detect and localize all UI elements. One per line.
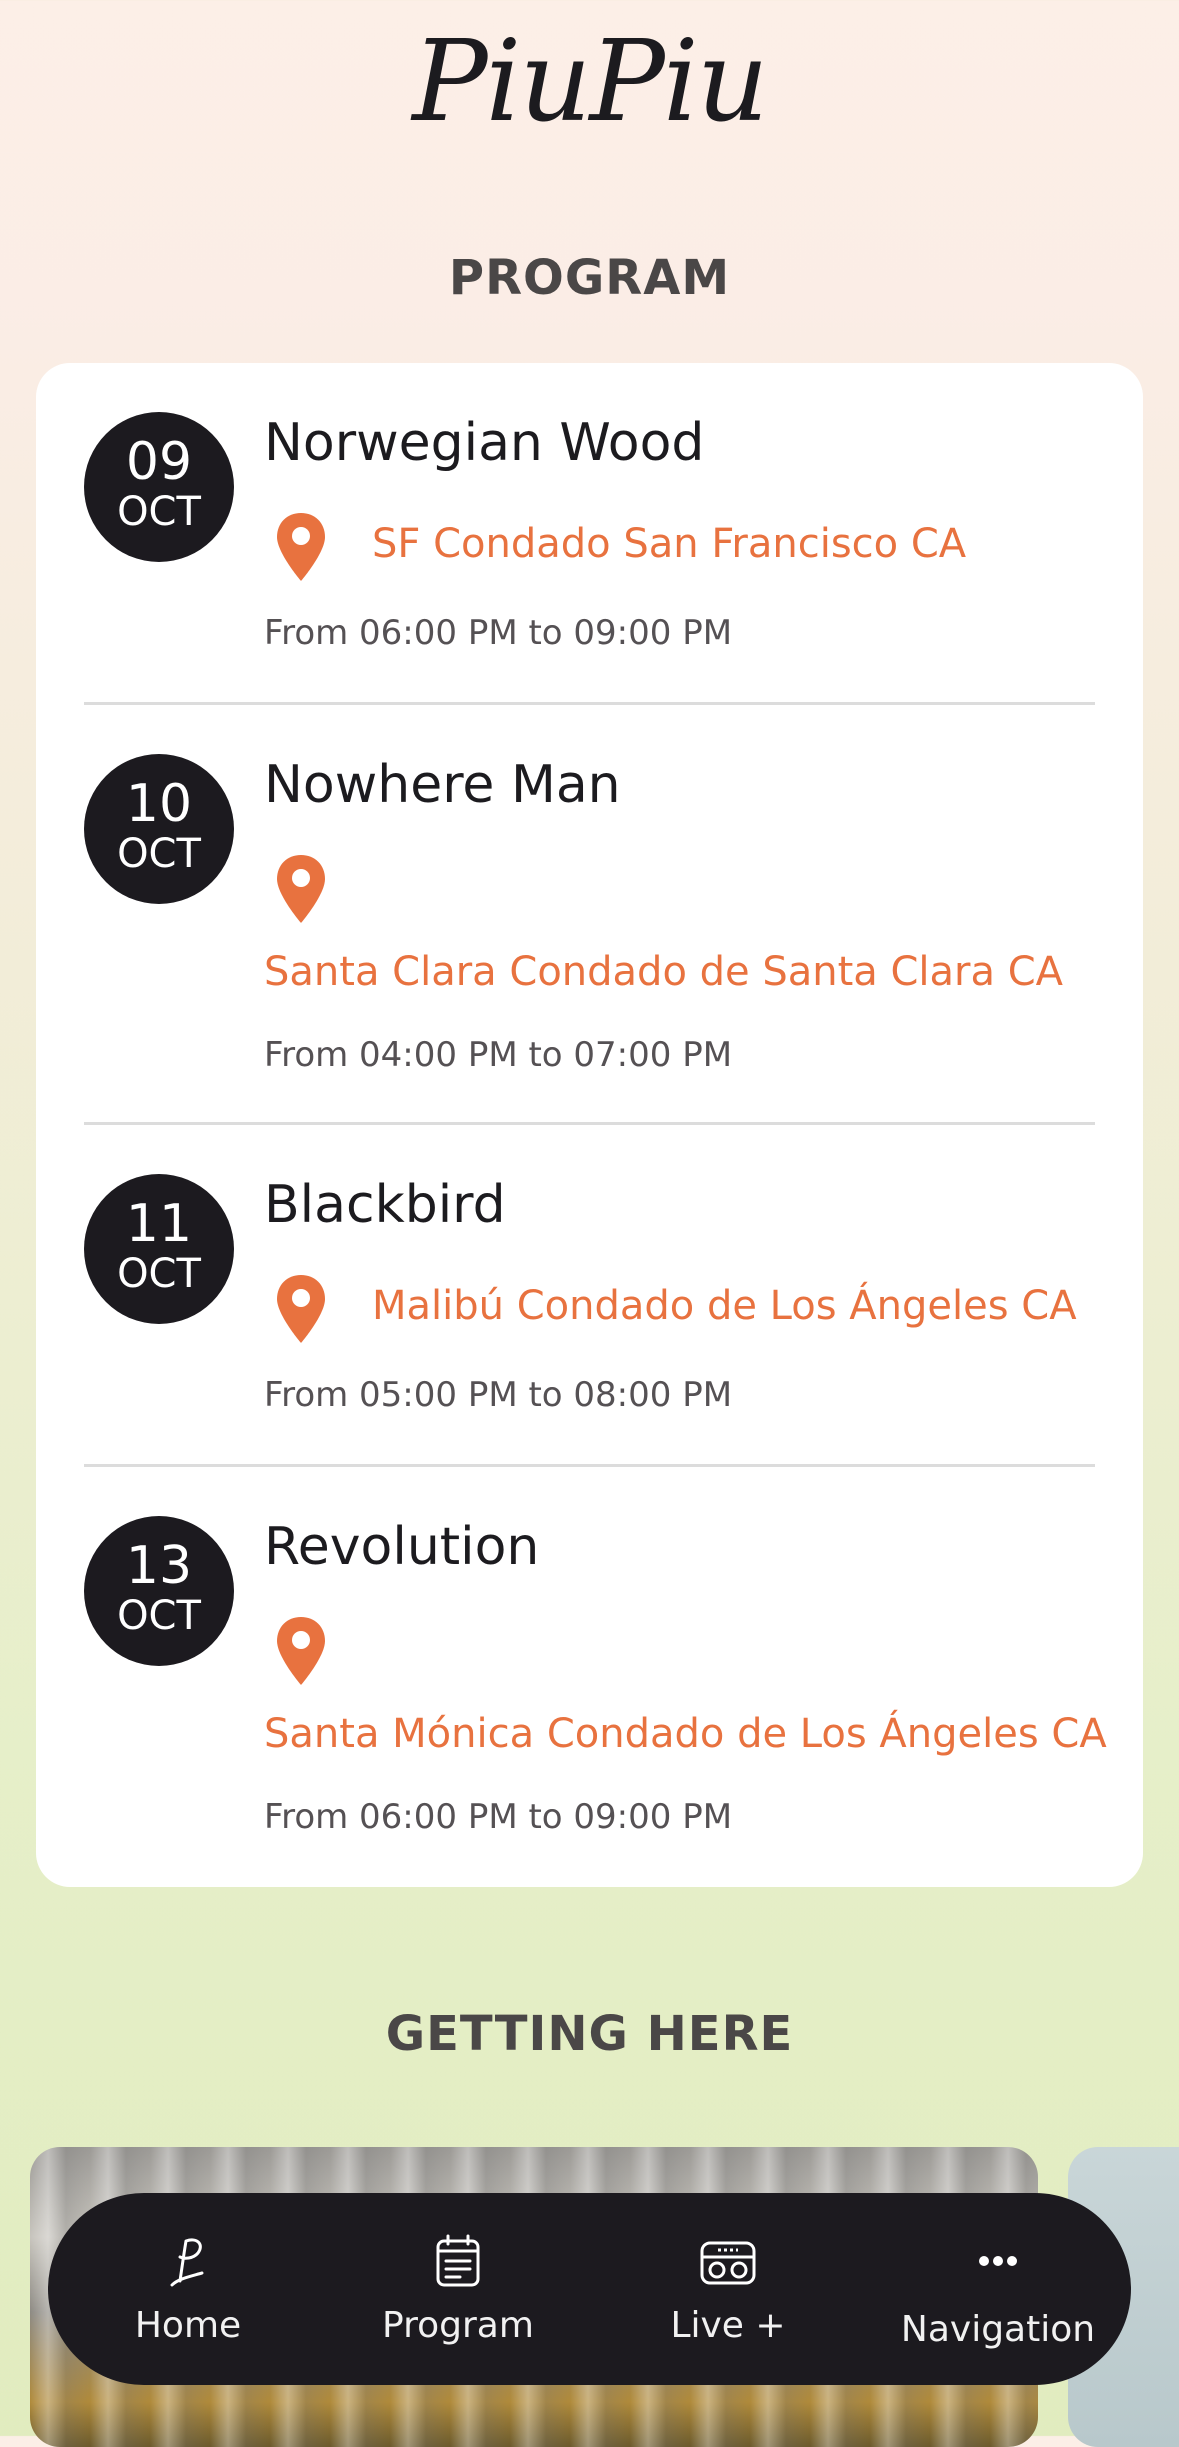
event-location-link[interactable]: Malibú Condado de Los Ángeles CA: [372, 1283, 1077, 1329]
program-section-title: PROGRAM: [448, 250, 731, 306]
event-date-month: OCT: [117, 831, 201, 877]
event-time: From 05:00 PM to 08:00 PM: [264, 1375, 733, 1415]
event-date-badge: 09 OCT: [84, 412, 234, 562]
event-title: Blackbird: [264, 1175, 506, 1235]
location-pin-icon: [277, 1275, 325, 1343]
nav-item-home[interactable]: Home: [53, 2193, 323, 2385]
getting-here-section-title: GETTING HERE: [385, 2006, 794, 2062]
event-date-badge: 10 OCT: [84, 754, 234, 904]
event-date-month: OCT: [117, 489, 201, 535]
program-event[interactable]: 09 OCT Norwegian Wood SF Condado San Fra…: [36, 363, 1143, 705]
nav-label-program: Program: [382, 2305, 534, 2346]
event-title: Norwegian Wood: [264, 413, 705, 473]
event-date-day: 09: [125, 432, 193, 492]
event-time: From 06:00 PM to 09:00 PM: [264, 613, 733, 653]
nav-label-navigation: Navigation: [900, 2309, 1096, 2350]
event-date-day: 10: [125, 774, 193, 834]
nav-item-program[interactable]: Program: [323, 2193, 593, 2385]
event-time: From 04:00 PM to 07:00 PM: [264, 1035, 733, 1075]
nav-label-home: Home: [134, 2305, 242, 2346]
location-pin-icon: [277, 1617, 325, 1685]
event-title: Revolution: [264, 1517, 540, 1577]
event-date-month: OCT: [117, 1251, 201, 1297]
piupiu-logo-icon: [170, 2238, 204, 2287]
event-location-link[interactable]: Santa Mónica Condado de Los Ángeles CA: [264, 1711, 1107, 1757]
calendar-list-icon: [436, 2234, 480, 2287]
event-time: From 06:00 PM to 09:00 PM: [264, 1797, 733, 1837]
event-date-badge: 13 OCT: [84, 1516, 234, 1666]
program-event[interactable]: 10 OCT Nowhere Man Santa Clara Condado d…: [36, 705, 1143, 1125]
more-dots-icon: [979, 2256, 1017, 2266]
bottom-navbar: Home Program Live + Navigation: [48, 2193, 1131, 2385]
event-date-month: OCT: [117, 1593, 201, 1639]
event-location-link[interactable]: Santa Clara Condado de Santa Clara CA: [264, 949, 1063, 995]
radio-icon: [700, 2241, 756, 2285]
event-date-day: 11: [125, 1194, 193, 1254]
nav-label-live: Live +: [670, 2305, 786, 2346]
nav-item-navigation[interactable]: Navigation: [863, 2193, 1133, 2385]
nav-item-live[interactable]: Live +: [593, 2193, 863, 2385]
app-logo: PiuPiu: [412, 17, 769, 147]
location-pin-icon: [277, 855, 325, 923]
event-date-day: 13: [125, 1536, 193, 1596]
location-pin-icon: [277, 513, 325, 581]
event-location-link[interactable]: SF Condado San Francisco CA: [372, 521, 966, 567]
program-card: 09 OCT Norwegian Wood SF Condado San Fra…: [36, 363, 1143, 1887]
event-date-badge: 11 OCT: [84, 1174, 234, 1324]
event-title: Nowhere Man: [264, 755, 621, 815]
program-event[interactable]: 13 OCT Revolution Santa Mónica Condado d…: [36, 1467, 1143, 1887]
program-event[interactable]: 11 OCT Blackbird Malibú Condado de Los Á…: [36, 1125, 1143, 1467]
